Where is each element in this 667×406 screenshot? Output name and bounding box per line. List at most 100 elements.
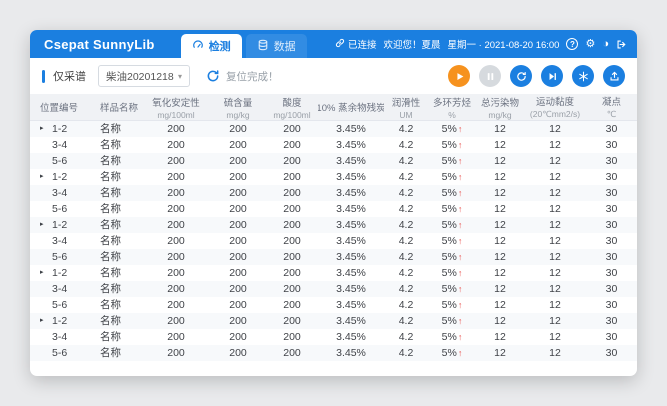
connection-status: 已连接: [335, 37, 377, 51]
table-cell: 3.45%: [318, 201, 384, 217]
exceed-up-arrow-icon: ↑: [458, 156, 463, 166]
table-row[interactable]: 5-6名称2002002003.45%4.25%↑121230: [30, 153, 637, 169]
table-cell: 5%↑: [428, 137, 476, 153]
table-row[interactable]: 5-6名称2002002003.45%4.25%↑121230: [30, 297, 637, 313]
table-cell: ▸1-2: [30, 265, 90, 281]
column-unit: %: [448, 110, 456, 120]
skip-button[interactable]: [541, 65, 563, 87]
table-cell: 12: [476, 153, 524, 169]
table-cell: 4.2: [384, 201, 428, 217]
exceed-up-arrow-icon: ↑: [458, 300, 463, 310]
table-cell: 3.45%: [318, 329, 384, 345]
table-row[interactable]: ▸1-2名称2002002003.45%4.25%↑121230: [30, 169, 637, 185]
table-cell: 200: [142, 313, 210, 329]
table-cell: 名称: [90, 297, 142, 313]
theme-icon[interactable]: ◑: [602, 39, 609, 50]
table-cell: 5-6: [30, 297, 90, 313]
table-cell: 4.2: [384, 169, 428, 185]
help-icon[interactable]: ?: [566, 38, 578, 50]
table-cell: 200: [142, 169, 210, 185]
table-cell: 4.2: [384, 153, 428, 169]
table-cell: 30: [586, 281, 637, 297]
table-cell: 4.2: [384, 313, 428, 329]
table-cell: 30: [586, 121, 637, 137]
table-cell: 200: [210, 169, 266, 185]
column-unit: mg/kg: [488, 110, 511, 120]
row-marker-icon: ▸: [40, 217, 44, 233]
table-cell: 5%↑: [428, 201, 476, 217]
tab-detection[interactable]: 检测: [181, 34, 242, 58]
table-cell: 名称: [90, 345, 142, 361]
table-cell: 200: [142, 233, 210, 249]
reset-icon[interactable]: [206, 69, 220, 83]
settings-gear-icon[interactable]: ⚙: [585, 39, 595, 50]
tab-data[interactable]: 数据: [246, 34, 307, 58]
table-row[interactable]: 3-4名称2002002003.45%4.25%↑121230: [30, 185, 637, 201]
table-cell: 200: [210, 249, 266, 265]
table-cell: 30: [586, 233, 637, 249]
table-row[interactable]: ▸1-2名称2002002003.45%4.25%↑121230: [30, 121, 637, 137]
table-cell: 12: [476, 313, 524, 329]
table-cell: 30: [586, 217, 637, 233]
column-header: 运动黏度(20℃mm2/s): [524, 94, 586, 120]
exceed-up-arrow-icon: ↑: [458, 252, 463, 262]
exceed-up-arrow-icon: ↑: [458, 140, 463, 150]
table-row[interactable]: ▸1-2名称2002002003.45%4.25%↑121230: [30, 313, 637, 329]
results-table-body: ▸1-2名称2002002003.45%4.25%↑1212303-4名称200…: [30, 121, 637, 361]
sync-button[interactable]: [510, 65, 532, 87]
table-cell: 12: [476, 345, 524, 361]
mode-label[interactable]: 仅采谱: [53, 68, 86, 84]
freeze-button[interactable]: [572, 65, 594, 87]
column-unit: ℃: [607, 109, 617, 120]
table-row[interactable]: ▸1-2名称2002002003.45%4.25%↑121230: [30, 265, 637, 281]
table-cell: 200: [142, 217, 210, 233]
table-header-row: 位置编号样品名称氧化安定性mg/100ml硫含量mg/kg酸度mg/100ml1…: [30, 94, 637, 121]
table-cell: 3-4: [30, 233, 90, 249]
table-cell: 200: [210, 121, 266, 137]
table-row[interactable]: 3-4名称2002002003.45%4.25%↑121230: [30, 137, 637, 153]
table-row[interactable]: 5-6名称2002002003.45%4.25%↑121230: [30, 345, 637, 361]
table-cell: 12: [524, 265, 586, 281]
table-cell: 200: [142, 249, 210, 265]
chevron-down-icon: ▾: [178, 72, 182, 81]
table-cell: 12: [524, 217, 586, 233]
pause-button[interactable]: [479, 65, 501, 87]
table-row[interactable]: ▸1-2名称2002002003.45%4.25%↑121230: [30, 217, 637, 233]
top-bar: Csepat SunnyLib 检测: [30, 30, 637, 58]
table-cell: 3-4: [30, 137, 90, 153]
table-cell: 3.45%: [318, 137, 384, 153]
export-button[interactable]: [603, 65, 625, 87]
start-button[interactable]: [448, 65, 470, 87]
row-marker-icon: ▸: [40, 313, 44, 329]
table-cell: 4.2: [384, 345, 428, 361]
table-cell: 12: [476, 329, 524, 345]
table-cell: 30: [586, 249, 637, 265]
table-cell: 200: [266, 329, 318, 345]
table-cell: 4.2: [384, 281, 428, 297]
table-cell: 12: [476, 169, 524, 185]
table-cell: 200: [142, 185, 210, 201]
table-cell: 名称: [90, 217, 142, 233]
table-cell: 12: [476, 249, 524, 265]
logout-icon[interactable]: [616, 39, 627, 50]
table-cell: 4.2: [384, 121, 428, 137]
table-row[interactable]: 5-6名称2002002003.45%4.25%↑121230: [30, 249, 637, 265]
table-cell: 200: [210, 329, 266, 345]
table-cell: 200: [142, 121, 210, 137]
table-row[interactable]: 3-4名称2002002003.45%4.25%↑121230: [30, 329, 637, 345]
table-cell: 12: [476, 297, 524, 313]
link-icon: [335, 38, 345, 51]
table-cell: 3-4: [30, 185, 90, 201]
table-cell: 200: [210, 185, 266, 201]
table-cell: 200: [142, 345, 210, 361]
column-header: 硫含量mg/kg: [210, 94, 266, 120]
table-cell: 12: [524, 121, 586, 137]
table-row[interactable]: 5-6名称2002002003.45%4.25%↑121230: [30, 201, 637, 217]
table-row[interactable]: 3-4名称2002002003.45%4.25%↑121230: [30, 281, 637, 297]
table-row[interactable]: 3-4名称2002002003.45%4.25%↑121230: [30, 233, 637, 249]
table-cell: 12: [524, 233, 586, 249]
toolbar: 仅采谱 柴油20201218 ▾ 复位完成！: [30, 58, 637, 94]
table-cell: 12: [524, 297, 586, 313]
table-cell: 12: [476, 185, 524, 201]
sample-select[interactable]: 柴油20201218 ▾: [98, 65, 190, 87]
